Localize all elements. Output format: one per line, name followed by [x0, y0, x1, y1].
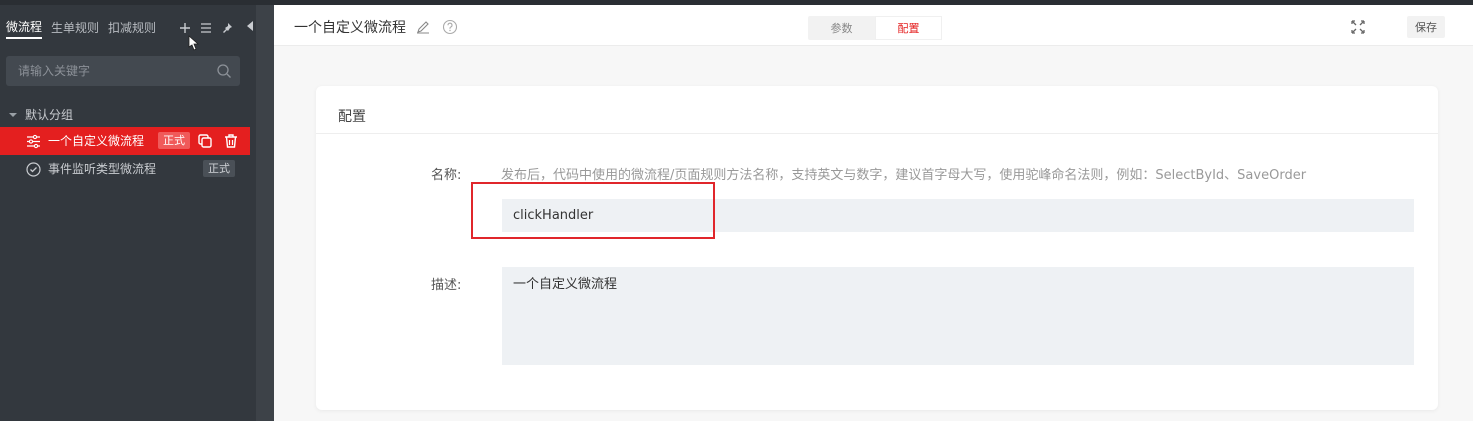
- caret-down-icon: [9, 112, 17, 117]
- config-card: 配置 名称: 发布后，代码中使用的微流程/页面规则方法名称，支持英文与数字，建议…: [316, 86, 1438, 410]
- name-field[interactable]: [502, 199, 1414, 232]
- copy-icon[interactable]: [197, 133, 213, 149]
- sidebar-tabs: 微流程 生单规则 扣减规则: [6, 18, 165, 39]
- page-title: 一个自定义微流程: [294, 20, 406, 36]
- tab-generate-rules[interactable]: 生单规则: [51, 19, 99, 37]
- status-badge: 正式: [203, 160, 235, 177]
- group-default[interactable]: 默认分组: [8, 106, 73, 123]
- segment-params[interactable]: 参数: [808, 16, 875, 40]
- list-item-custom-microflow[interactable]: 一个自定义微流程 正式: [0, 127, 250, 155]
- name-hint: 发布后，代码中使用的微流程/页面规则方法名称，支持英文与数字，建议首字母大写，使…: [501, 168, 1307, 183]
- help-icon[interactable]: [442, 19, 458, 35]
- check-circle-icon: [26, 162, 41, 177]
- collapse-icon[interactable]: [246, 20, 254, 32]
- delete-icon[interactable]: [223, 133, 239, 149]
- list-item-event-microflow[interactable]: 事件监听类型微流程 正式: [0, 155, 250, 183]
- description-label: 描述:: [431, 278, 462, 293]
- flow-icon: [27, 134, 40, 149]
- sidebar: 微流程 生单规则 扣减规则 默认分组 一个自定: [0, 5, 256, 421]
- pin-icon[interactable]: [218, 19, 236, 37]
- search-input[interactable]: [6, 56, 212, 86]
- edit-icon[interactable]: [416, 20, 430, 34]
- tab-microflow[interactable]: 微流程: [6, 18, 43, 39]
- item-label: 事件监听类型微流程: [48, 162, 157, 176]
- name-label: 名称:: [431, 168, 462, 183]
- item-label: 一个自定义微流程: [48, 134, 145, 148]
- group-label: 默认分组: [25, 108, 74, 122]
- save-button[interactable]: 保存: [1407, 16, 1445, 38]
- status-badge: 正式: [158, 132, 190, 149]
- editor-header: 一个自定义微流程 参数 配置 保存: [274, 5, 1473, 46]
- view-segmented-control: 参数 配置: [808, 16, 942, 40]
- tab-deduct-rules[interactable]: 扣减规则: [108, 19, 156, 37]
- fullscreen-icon[interactable]: [1350, 19, 1366, 35]
- main-content: 配置 名称: 发布后，代码中使用的微流程/页面规则方法名称，支持英文与数字，建议…: [274, 46, 1473, 421]
- search-icon[interactable]: [216, 63, 232, 79]
- mouse-cursor-icon: [188, 35, 200, 51]
- divider: [316, 133, 1438, 134]
- description-field[interactable]: 一个自定义微流程: [502, 267, 1414, 365]
- sidebar-splitter[interactable]: [256, 5, 274, 421]
- search-box: [6, 56, 240, 86]
- card-title: 配置: [338, 109, 366, 125]
- segment-config[interactable]: 配置: [875, 16, 942, 40]
